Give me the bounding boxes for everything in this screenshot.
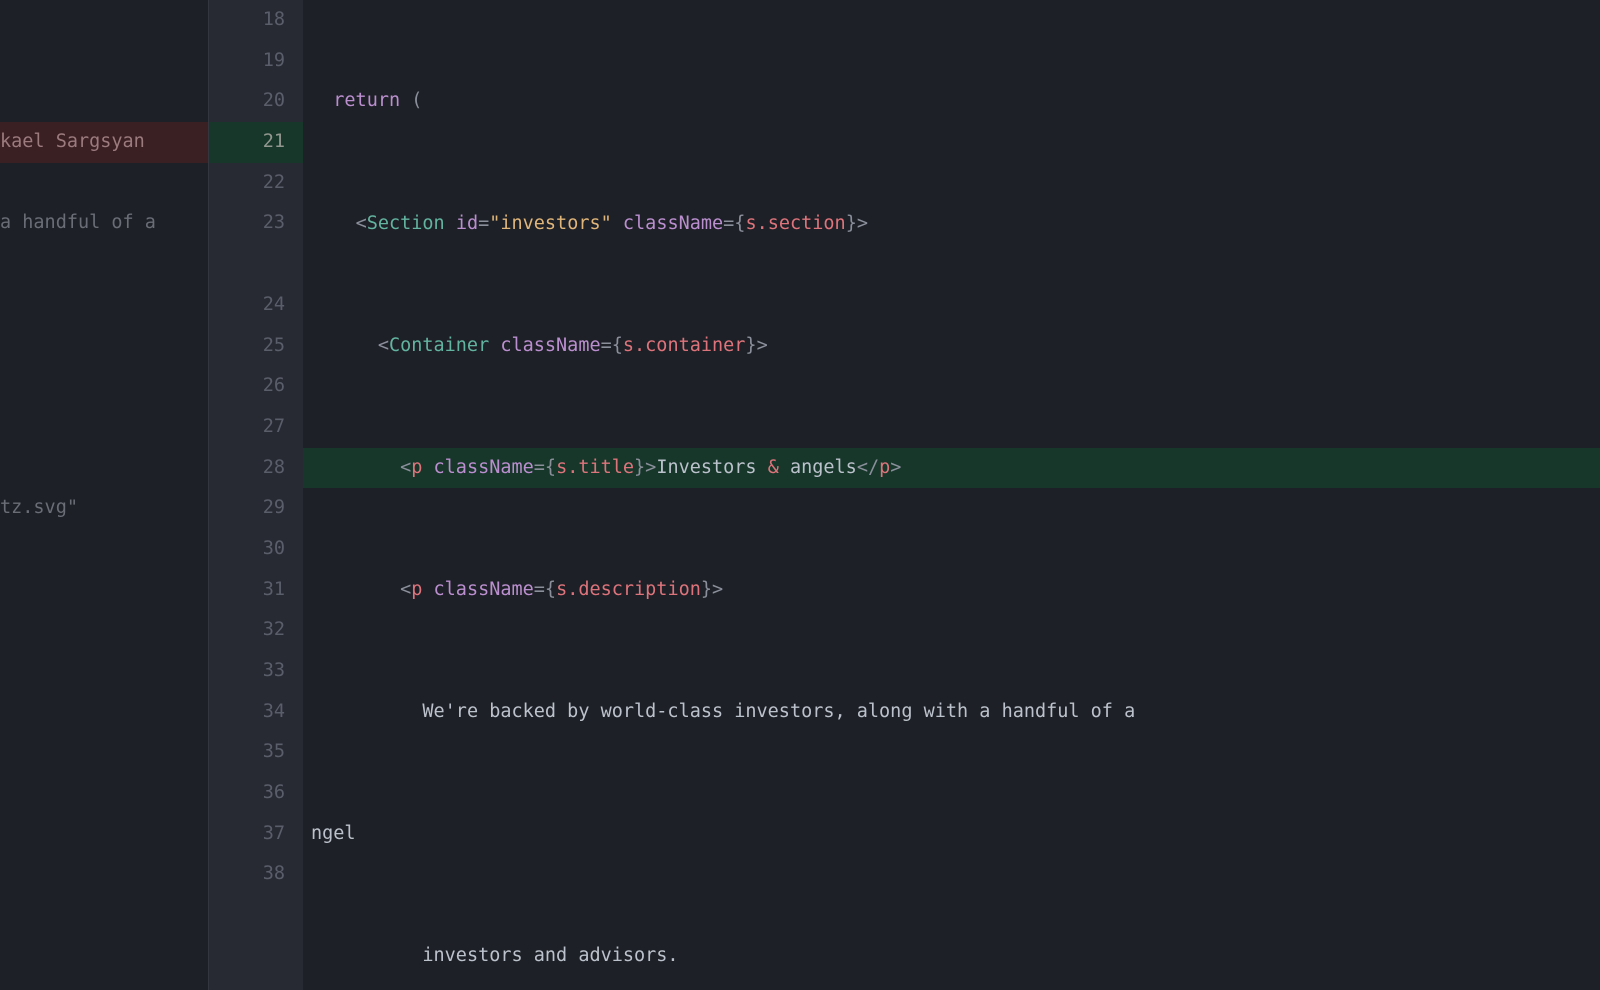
line-number[interactable]: 34 [209,692,303,733]
blame-row [0,529,208,570]
blame-row: a handful of a [0,203,208,244]
blame-row [0,163,208,204]
blame-row [0,773,208,814]
code-line-20[interactable]: <Container className={s.container}> [303,326,1600,367]
code-line-23-wrap[interactable]: ngel [303,814,1600,855]
blame-row [0,570,208,611]
line-number[interactable]: 35 [209,732,303,773]
line-number[interactable]: 36 [209,773,303,814]
blame-row [0,854,208,895]
blame-row [0,244,208,285]
code-line-24[interactable]: investors and advisors. [303,936,1600,977]
blame-row [0,285,208,326]
blame-row [0,610,208,651]
blame-author[interactable]: kael Sargsyan [0,122,208,163]
line-number-wrap [209,244,303,285]
code-area[interactable]: return ( <Section id="investors" classNa… [303,0,1600,990]
line-number[interactable]: 30 [209,529,303,570]
line-number[interactable]: 24 [209,285,303,326]
code-line-23[interactable]: We're backed by world-class investors, a… [303,692,1600,733]
code-editor: kael Sargsyan a handful of a tz.svg" 18 … [0,0,1600,990]
line-number[interactable]: 18 [209,0,303,41]
line-number[interactable]: 33 [209,651,303,692]
code-line-19[interactable]: <Section id="investors" className={s.sec… [303,204,1600,245]
line-number-gutter: 18 19 20 21 22 23 24 25 26 27 28 29 30 3… [208,0,303,990]
line-number[interactable]: 32 [209,610,303,651]
blame-row [0,326,208,367]
code-line-18[interactable]: return ( [303,81,1600,122]
blame-row [0,407,208,448]
blame-row [0,651,208,692]
line-number[interactable]: 25 [209,326,303,367]
line-number[interactable]: 27 [209,407,303,448]
line-number[interactable]: 38 [209,854,303,895]
blame-row: tz.svg" [0,488,208,529]
line-number[interactable]: 31 [209,570,303,611]
blame-row [0,814,208,855]
line-number[interactable]: 23 [209,203,303,244]
line-number[interactable]: 22 [209,163,303,204]
blame-row [0,0,208,41]
blame-row [0,81,208,122]
blame-snippet: tz.svg" [0,488,78,529]
git-blame-column: kael Sargsyan a handful of a tz.svg" [0,0,208,990]
blame-snippet: a handful of a [0,203,156,244]
line-number[interactable]: 20 [209,81,303,122]
code-line-22[interactable]: <p className={s.description}> [303,570,1600,611]
line-number[interactable]: 29 [209,488,303,529]
line-number[interactable]: 26 [209,366,303,407]
code-line-21[interactable]: <p className={s.title}>Investors & angel… [303,448,1600,489]
line-number[interactable]: 28 [209,448,303,489]
blame-row [0,448,208,489]
line-number[interactable]: 37 [209,814,303,855]
blame-row [0,41,208,82]
blame-row [0,692,208,733]
line-number[interactable]: 19 [209,41,303,82]
blame-row [0,732,208,773]
line-number-current[interactable]: 21 [209,122,303,163]
blame-author-name: kael Sargsyan [0,122,145,163]
blame-row [0,366,208,407]
